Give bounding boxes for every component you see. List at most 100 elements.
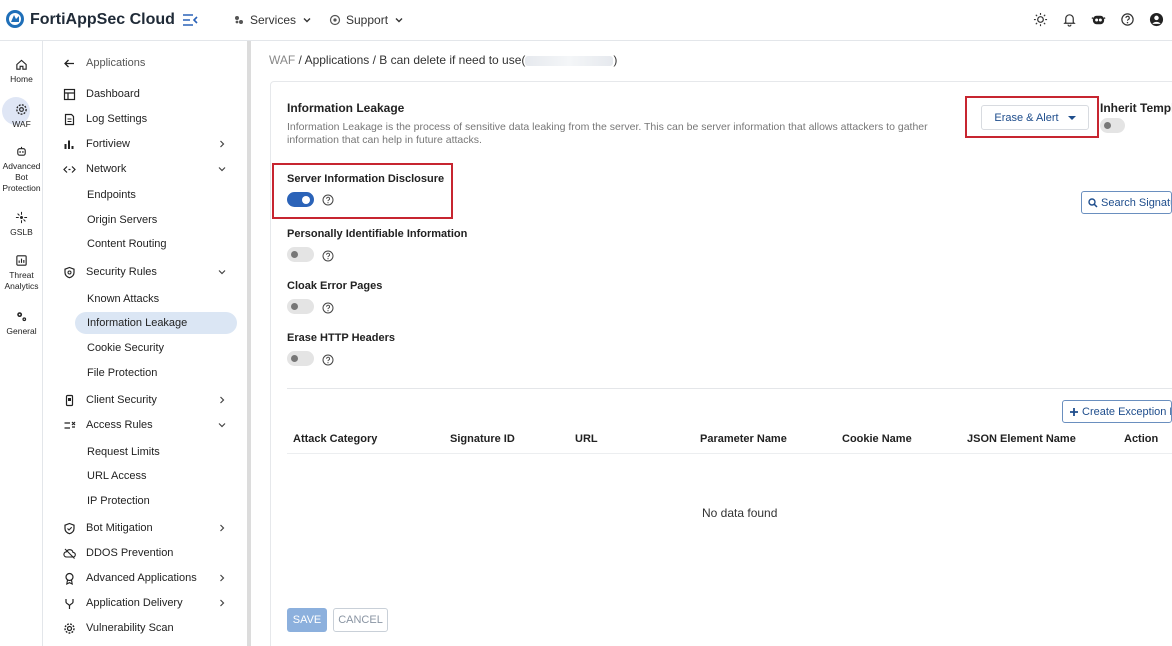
rail-item-advanced-bot-protection[interactable]: Advanced Bot Protection [0, 145, 43, 194]
support-menu[interactable]: Support [329, 13, 405, 27]
inherit-template-label: Inherit Templa [1100, 101, 1172, 115]
cloak-error-pages-toggle[interactable] [287, 299, 314, 314]
option-label-erase-http-headers: Erase HTTP Headers [287, 332, 396, 344]
rail-item-home[interactable]: Home [0, 58, 43, 85]
menu-item-network[interactable]: Network [63, 158, 239, 180]
erase-http-headers-toggle[interactable] [287, 351, 314, 366]
scan-gear-icon [64, 622, 75, 634]
menu-label: Bot Mitigation [86, 522, 153, 534]
menu-item-security-rules[interactable]: Security Rules [63, 261, 239, 283]
chevron-down-icon [395, 18, 403, 23]
user-account-icon[interactable] [1149, 12, 1164, 27]
column-header-url[interactable]: URL [575, 433, 598, 445]
column-header-json-element-name[interactable]: JSON Element Name [967, 433, 1076, 445]
services-label: Services [250, 13, 297, 27]
menu-item-content-routing[interactable]: Content Routing [75, 233, 237, 255]
rail-item-general[interactable]: General [0, 310, 43, 337]
column-header-parameter-name[interactable]: Parameter Name [700, 433, 787, 445]
award-badge-icon [65, 572, 74, 585]
menu-item-cookie-security[interactable]: Cookie Security [75, 337, 237, 359]
menu-item-client-security[interactable]: Client Security [63, 389, 239, 411]
threat-analytics-icon [16, 255, 27, 266]
menu-label: Security Rules [86, 266, 157, 278]
menu-item-origin-servers[interactable]: Origin Servers [75, 209, 237, 231]
menu-item-url-access[interactable]: URL Access [75, 465, 237, 487]
help-circle-icon[interactable] [322, 302, 334, 314]
dashboard-icon [63, 88, 76, 100]
chevron-down-icon [218, 167, 226, 172]
top-bar: FortiAppSec Cloud Services Support [0, 0, 1172, 41]
menu-item-dashboard[interactable]: Dashboard [63, 83, 239, 105]
breadcrumb-waf[interactable]: WAF [269, 53, 295, 67]
bell-icon[interactable] [1062, 12, 1077, 27]
rail-item-waf[interactable]: WAF [0, 103, 43, 130]
toggle-knob [302, 195, 310, 204]
theme-sun-icon[interactable] [1033, 12, 1048, 27]
side-menu-scrollbar[interactable] [247, 41, 251, 646]
menu-label: Application Delivery [86, 597, 183, 609]
menu-item-advanced-applications[interactable]: Advanced Applications [63, 567, 239, 589]
breadcrumb-app-prefix: B can delete if need to use( [379, 53, 526, 67]
menu-item-ip-protection[interactable]: IP Protection [75, 490, 237, 512]
menu-item-application-delivery[interactable]: Application Delivery [63, 592, 239, 614]
arrow-left-icon [64, 59, 74, 67]
menu-item-endpoints[interactable]: Endpoints [75, 184, 237, 206]
save-button[interactable]: SAVE [287, 608, 327, 632]
help-circle-icon[interactable] [322, 194, 334, 206]
menu-item-bot-mitigation[interactable]: Bot Mitigation [63, 517, 239, 539]
menu-label: Network [86, 163, 127, 175]
menu-item-file-protection[interactable]: File Protection [75, 362, 237, 384]
help-icon[interactable] [1120, 12, 1135, 27]
inherit-template-toggle[interactable] [1100, 118, 1125, 133]
waf-side-menu: Applications Dashboard Log Settings Fort… [43, 41, 247, 646]
breadcrumb-separator: / [369, 53, 380, 67]
menu-item-request-limits[interactable]: Request Limits [75, 441, 237, 463]
personally-identifiable-information-toggle[interactable] [287, 247, 314, 262]
network-code-icon [63, 165, 76, 173]
collapse-menu-icon[interactable] [182, 12, 198, 28]
column-header-attack-category[interactable]: Attack Category [293, 433, 377, 445]
rail-label-gslb: GSLB [10, 227, 33, 237]
rail-item-gslb[interactable]: GSLB [0, 211, 43, 238]
column-header-action[interactable]: Action [1124, 433, 1158, 445]
menu-label: Advanced Applications [86, 572, 197, 584]
menu-item-log-settings[interactable]: Log Settings [63, 108, 239, 130]
menu-item-information-leakage[interactable]: Information Leakage [75, 312, 237, 334]
breadcrumb-applications[interactable]: Applications [305, 53, 370, 67]
menu-item-vulnerability-scan[interactable]: Vulnerability Scan [63, 617, 239, 639]
gslb-network-icon [15, 211, 28, 224]
action-dropdown[interactable]: Erase & Alert [981, 105, 1089, 130]
column-header-cookie-name[interactable]: Cookie Name [842, 433, 912, 445]
chevron-right-icon [220, 140, 225, 148]
menu-label: Vulnerability Scan [86, 622, 174, 634]
fork-route-icon [65, 598, 74, 609]
server-information-disclosure-toggle[interactable] [287, 192, 314, 207]
mobile-device-icon [65, 394, 74, 406]
rail-item-threat-analytics[interactable]: Threat Analytics [0, 254, 43, 292]
cloud-off-icon [63, 548, 76, 559]
help-circle-icon[interactable] [322, 354, 334, 366]
plus-icon [1070, 407, 1078, 416]
services-menu[interactable]: Services [233, 13, 313, 27]
shield-icon [64, 266, 75, 278]
menu-item-fortiview[interactable]: Fortiview [63, 133, 239, 155]
column-header-signature-id[interactable]: Signature ID [450, 433, 515, 445]
app-brand: FortiAppSec Cloud [30, 11, 175, 28]
chevron-right-icon [220, 599, 225, 607]
menu-item-ddos-prevention[interactable]: DDOS Prevention [63, 542, 239, 564]
search-icon [1088, 197, 1098, 208]
bot-protection-icon [17, 146, 26, 156]
create-exception-label: Create Exception R [1082, 405, 1172, 418]
menu-item-known-attacks[interactable]: Known Attacks [75, 288, 237, 310]
general-gears-icon [17, 312, 27, 322]
back-to-applications[interactable]: Applications [63, 52, 239, 74]
search-signatures-button[interactable]: Search Signatu [1081, 191, 1172, 214]
cancel-button[interactable]: CANCEL [333, 608, 388, 632]
help-circle-icon[interactable] [322, 250, 334, 262]
section-description: Information Leakage is the process of se… [287, 121, 928, 146]
create-exception-rule-button[interactable]: Create Exception R [1062, 400, 1172, 423]
menu-label: Dashboard [86, 88, 140, 100]
menu-item-access-rules[interactable]: Access Rules [63, 414, 239, 436]
assistant-robot-icon[interactable] [1091, 12, 1106, 27]
back-label: Applications [86, 57, 146, 69]
